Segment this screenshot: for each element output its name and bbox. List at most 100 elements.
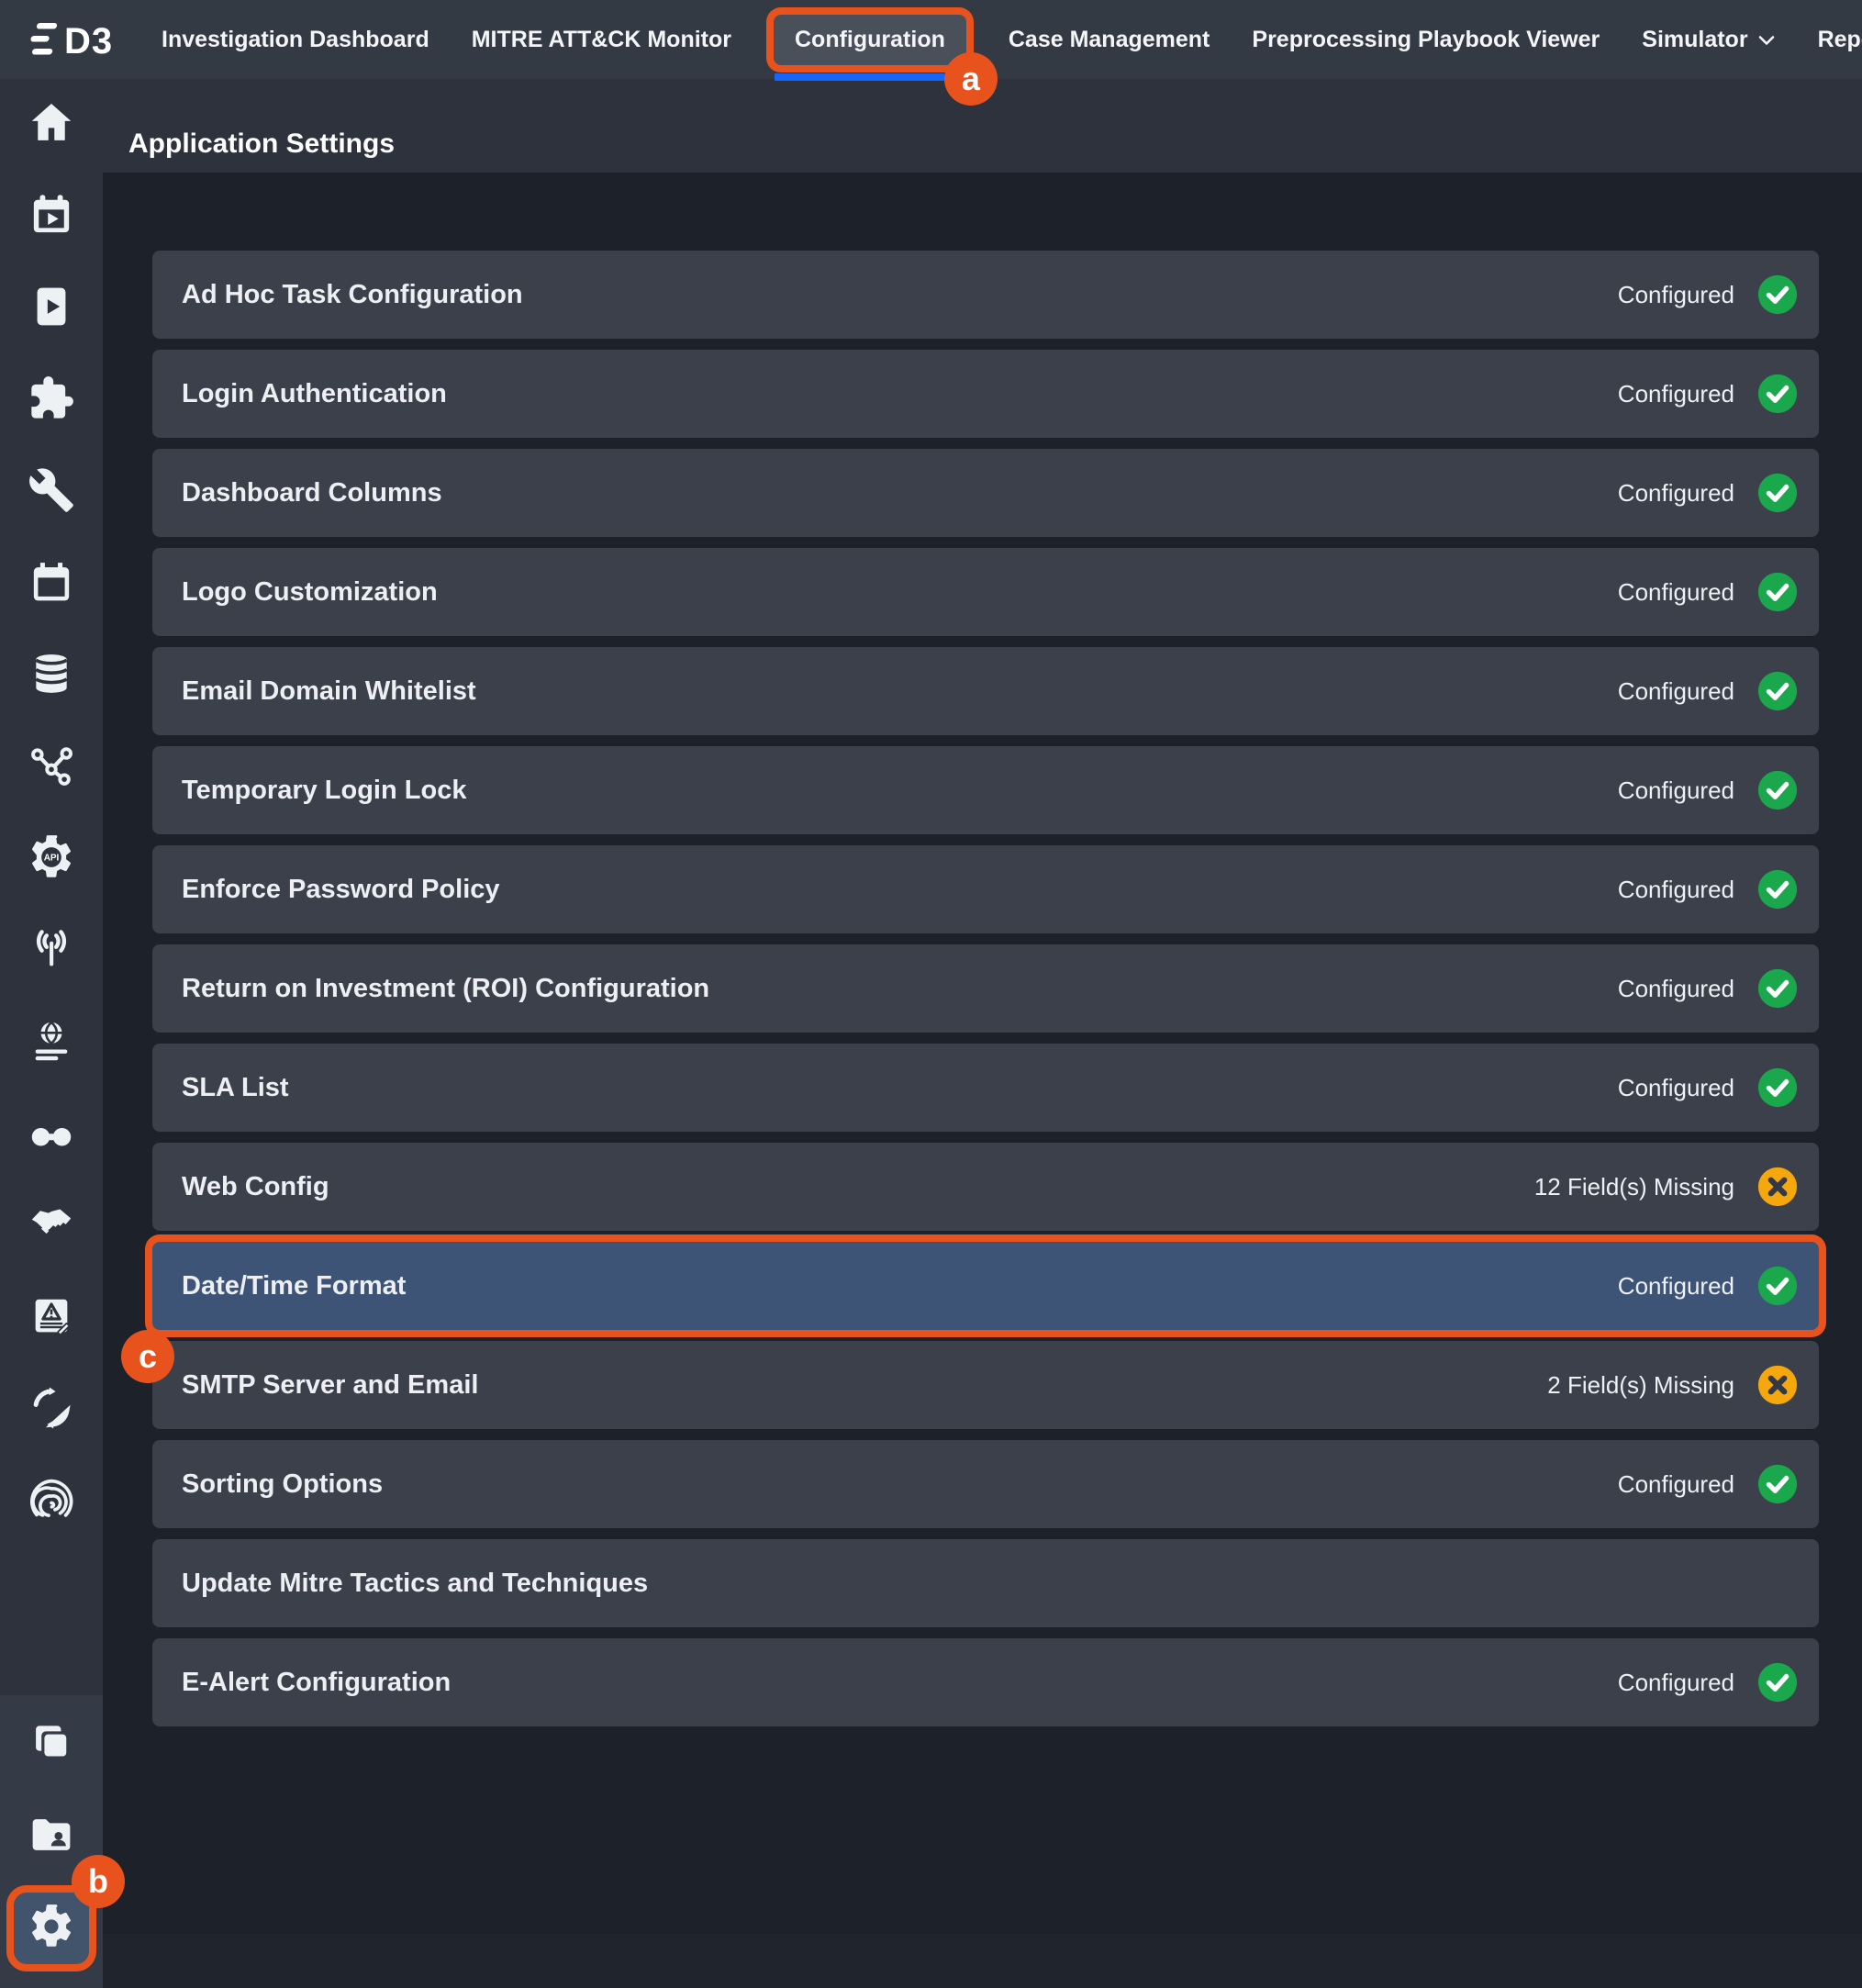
- settings-gear-highlight-box[interactable]: b: [14, 1893, 89, 1964]
- left-sidebar: API b: [0, 79, 103, 1988]
- x-circle-icon: [1756, 1364, 1799, 1406]
- check-circle-icon: [1756, 670, 1799, 712]
- settings-row-web-config[interactable]: Web Config12 Field(s) Missing: [152, 1143, 1819, 1231]
- settings-row-label: Return on Investment (ROI) Configuration: [182, 974, 709, 1004]
- sidebar-item-binoculars-search[interactable]: [0, 1089, 103, 1180]
- sidebar-item-integrations-puzzle[interactable]: [0, 354, 103, 446]
- settings-row-dashboard-columns[interactable]: Dashboard Columns Configured: [152, 449, 1819, 537]
- globe-web-icon: [28, 1017, 75, 1069]
- copy-pages-icon: [28, 1719, 75, 1771]
- playbook-video-icon: [28, 283, 74, 335]
- d3-logo[interactable]: D3: [26, 16, 121, 63]
- sidebar-item-alert-document[interactable]: [0, 1272, 103, 1364]
- sidebar-item-calendar-play[interactable]: [0, 171, 103, 262]
- integrations-puzzle-icon: [28, 374, 75, 427]
- nav-item-mitre-att-ck-monitor[interactable]: MITRE ATT&CK Monitor: [472, 27, 731, 53]
- settings-row-label: Dashboard Columns: [182, 478, 442, 508]
- sidebar-item-handshake[interactable]: [0, 1180, 103, 1272]
- nav-item-simulator[interactable]: Simulator: [1642, 27, 1775, 53]
- settings-row-sorting-options[interactable]: Sorting OptionsConfigured: [152, 1440, 1819, 1528]
- settings-row-label: Temporary Login Lock: [182, 776, 466, 806]
- sidebar-item-copy-pages[interactable]: [0, 1699, 103, 1791]
- settings-row-return-on-investment-roi-configuration[interactable]: Return on Investment (ROI) Configuration…: [152, 944, 1819, 1033]
- sidebar-item-api-gear[interactable]: API: [0, 813, 103, 905]
- database-icon: [28, 650, 74, 702]
- active-tab-underline: [775, 73, 944, 81]
- check-circle-icon: [1756, 1463, 1799, 1505]
- alert-document-icon: [28, 1292, 75, 1345]
- nav-item-label: Reporting: [1818, 27, 1862, 52]
- settings-row-login-authentication[interactable]: Login Authentication Configured: [152, 350, 1819, 438]
- d3-logo-icon: D3: [26, 16, 121, 63]
- settings-row-label: SLA List: [182, 1073, 289, 1103]
- application-settings-screen: D3 Investigation Dashboard MITRE ATT&CK M…: [0, 0, 1862, 1988]
- settings-row-sla-list[interactable]: SLA List Configured: [152, 1044, 1819, 1132]
- sidebar-item-globe-web[interactable]: [0, 997, 103, 1089]
- nav-item-case-management[interactable]: Case Management: [1009, 27, 1210, 53]
- nav-item-preprocessing-playbook-viewer[interactable]: Preprocessing Playbook Viewer: [1252, 27, 1600, 53]
- settings-row-status: Configured: [1618, 1669, 1734, 1697]
- calendar-icon: [28, 559, 74, 609]
- settings-row-status: Configured: [1618, 677, 1734, 706]
- calendar-play-icon: [28, 191, 74, 243]
- broadcast-antenna-icon: [28, 925, 75, 977]
- sidebar-item-utility-tools[interactable]: [0, 446, 103, 538]
- sidebar-item-database[interactable]: [0, 630, 103, 721]
- settings-row-label: Update Mitre Tactics and Techniques: [182, 1569, 648, 1599]
- settings-row-label: Ad Hoc Task Configuration: [182, 280, 523, 310]
- settings-row-smtp-server-and-email[interactable]: SMTP Server and Email 2 Field(s) Missing: [152, 1341, 1819, 1429]
- sync-arrows-icon: [28, 1384, 74, 1436]
- home-icon: [28, 99, 75, 151]
- binoculars-search-icon: [27, 1109, 76, 1161]
- settings-row-logo-customization[interactable]: Logo CustomizationConfigured: [152, 548, 1819, 636]
- settings-row-e-alert-configuration[interactable]: E-Alert Configuration Configured: [152, 1638, 1819, 1726]
- check-circle-icon: [1756, 967, 1799, 1010]
- settings-row-label: E-Alert Configuration: [182, 1668, 451, 1698]
- settings-row-email-domain-whitelist[interactable]: Email Domain WhitelistConfigured: [152, 647, 1819, 735]
- settings-row-update-mitre-tactics-and-techniques[interactable]: Update Mitre Tactics and Techniques: [152, 1539, 1819, 1627]
- sidebar-item-broadcast-antenna[interactable]: [0, 905, 103, 997]
- settings-row-status: Configured: [1618, 380, 1734, 408]
- nav-item-configuration[interactable]: Configurationa: [774, 15, 966, 65]
- settings-row-status: Configured: [1618, 479, 1734, 508]
- sidebar-item-playbook-video[interactable]: [0, 262, 103, 354]
- settings-row-label: Date/Time Format: [182, 1271, 406, 1301]
- settings-row-date-time-format[interactable]: Date/Time FormatConfiguredc: [152, 1242, 1819, 1330]
- annotation-badge-a: a: [944, 52, 998, 106]
- check-circle-icon: [1756, 373, 1799, 415]
- check-circle-icon: [1756, 1067, 1799, 1109]
- settings-row-label: Login Authentication: [182, 379, 447, 409]
- settings-row-status: Configured: [1618, 1074, 1734, 1102]
- settings-row-status: Configured: [1618, 975, 1734, 1003]
- settings-row-status: Configured: [1618, 578, 1734, 607]
- chevron-down-icon: [1757, 34, 1776, 47]
- sidebar-item-share-network[interactable]: [0, 721, 103, 813]
- settings-row-label: Sorting Options: [182, 1469, 383, 1500]
- settings-row-label: SMTP Server and Email: [182, 1370, 478, 1401]
- nav-item-investigation-dashboard[interactable]: Investigation Dashboard: [162, 27, 429, 53]
- check-circle-icon: [1756, 868, 1799, 910]
- nav-items: Investigation Dashboard MITRE ATT&CK Moni…: [162, 15, 1862, 65]
- sidebar-item-calendar[interactable]: [0, 538, 103, 630]
- svg-text:API: API: [44, 853, 60, 863]
- sidebar-item-settings-gear[interactable]: b: [0, 1882, 103, 1974]
- sidebar-item-sync-arrows[interactable]: [0, 1364, 103, 1456]
- nav-item-label: Investigation Dashboard: [162, 27, 429, 52]
- settings-row-label: Enforce Password Policy: [182, 875, 500, 905]
- sidebar-bottom-panel: b: [0, 1695, 103, 1988]
- settings-row-status: 2 Field(s) Missing: [1547, 1371, 1734, 1400]
- settings-row-status: Configured: [1618, 876, 1734, 904]
- annotation-badge-c: c: [121, 1330, 174, 1383]
- sidebar-item-home[interactable]: [0, 79, 103, 171]
- settings-row-enforce-password-policy[interactable]: Enforce Password Policy Configured: [152, 845, 1819, 933]
- sidebar-item-fingerprint[interactable]: [0, 1456, 103, 1547]
- settings-row-ad-hoc-task-configuration[interactable]: Ad Hoc Task ConfigurationConfigured: [152, 251, 1819, 339]
- settings-row-temporary-login-lock[interactable]: Temporary Login Lock Configured: [152, 746, 1819, 834]
- nav-item-label: Preprocessing Playbook Viewer: [1252, 27, 1600, 52]
- panel-bottom-strip: [103, 1934, 1862, 1988]
- check-circle-icon: [1756, 769, 1799, 811]
- check-circle-icon: [1756, 1661, 1799, 1703]
- settings-row-status: Configured: [1618, 776, 1734, 805]
- nav-item-reporting[interactable]: Reporting: [1818, 27, 1862, 53]
- nav-item-label: Case Management: [1009, 27, 1210, 52]
